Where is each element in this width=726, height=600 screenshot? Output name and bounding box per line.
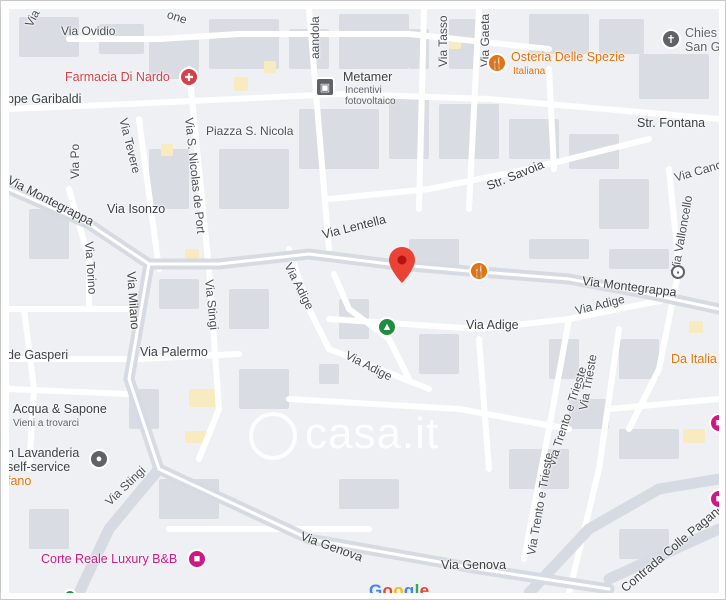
poi-acqua-sapone-name[interactable]: Acqua & Sapone (13, 403, 107, 416)
poi-osteria-sub: Italiana (513, 66, 546, 77)
street-label-via-milano: Via Milano (124, 270, 143, 330)
poi-farmacia-name[interactable]: Farmacia Di Nardo (65, 71, 170, 84)
shop-icon[interactable]: ● (89, 449, 109, 469)
location-pin-icon[interactable] (389, 247, 415, 283)
poi-lavanderia-name[interactable]: n Lavanderia (9, 447, 79, 460)
poi-da-italia[interactable]: Da Italia (671, 353, 717, 366)
poi-osteria-name[interactable]: Osteria Delle Spezie (511, 51, 625, 64)
poi-acqua-sapone-sub: Vieni a trovarci (13, 418, 79, 429)
street-label-via-genova-east: Via Genova (441, 558, 507, 572)
map-frame: Via Omero Via Ovidio one aandola Via Tas… (0, 0, 726, 600)
hotel-icon[interactable]: ■ (187, 549, 207, 569)
pharmacy-icon[interactable]: ✚ (179, 67, 199, 87)
poi-chiesa-name2: San G (685, 40, 719, 54)
poi-fano-partial[interactable]: fano (9, 475, 31, 488)
bus-icon[interactable]: ▪ (671, 265, 685, 279)
street-label-via-isonzo: Via Isonzo (107, 202, 166, 216)
poi-metamer-sub2: fotovoltaico (345, 96, 396, 107)
poi-corte-reale-name[interactable]: Corte Reale Luxury B&B (41, 553, 177, 566)
street-label-de-gasperi: de Gasperi (9, 348, 69, 362)
street-label-via-adige-mid: Via Adige (466, 318, 519, 332)
restaurant-icon[interactable]: 🍴 (487, 53, 507, 73)
map-canvas[interactable]: Via Omero Via Ovidio one aandola Via Tas… (9, 9, 719, 593)
street-label-str-fontana: Str. Fontana (637, 116, 706, 130)
street-label-via-po: Via Po (68, 143, 82, 179)
poi-lavanderia-name2: self-service (9, 460, 71, 474)
poi-metamer-name[interactable]: Metamer (343, 71, 392, 84)
casa-it-watermark: casa.it (249, 409, 439, 461)
street-label-via-palermo: Via Palermo (140, 345, 208, 359)
street-label-via-torino: Via Torino (82, 240, 100, 295)
business-icon[interactable]: ▣ (315, 77, 335, 97)
street-label-piazza-s-nicola: Piazza S. Nicola (206, 124, 294, 138)
tree-icon[interactable]: ▲ (377, 317, 397, 337)
street-label-via-ovidio: Via Ovidio (61, 24, 116, 38)
street-label-garibaldi: ppe Garibaldi (9, 92, 82, 106)
google-logo: Google (369, 581, 430, 593)
poi-metamer-sub1: Incentivi (345, 85, 382, 96)
street-label-via-tasso: Via Tasso (436, 15, 450, 67)
church-icon[interactable]: ✝ (661, 29, 681, 49)
street-label-partial-andola: aandola (308, 16, 322, 59)
poi-chiesa-name[interactable]: Chies (685, 27, 717, 40)
restaurant-icon[interactable]: 🍴 (469, 261, 489, 281)
